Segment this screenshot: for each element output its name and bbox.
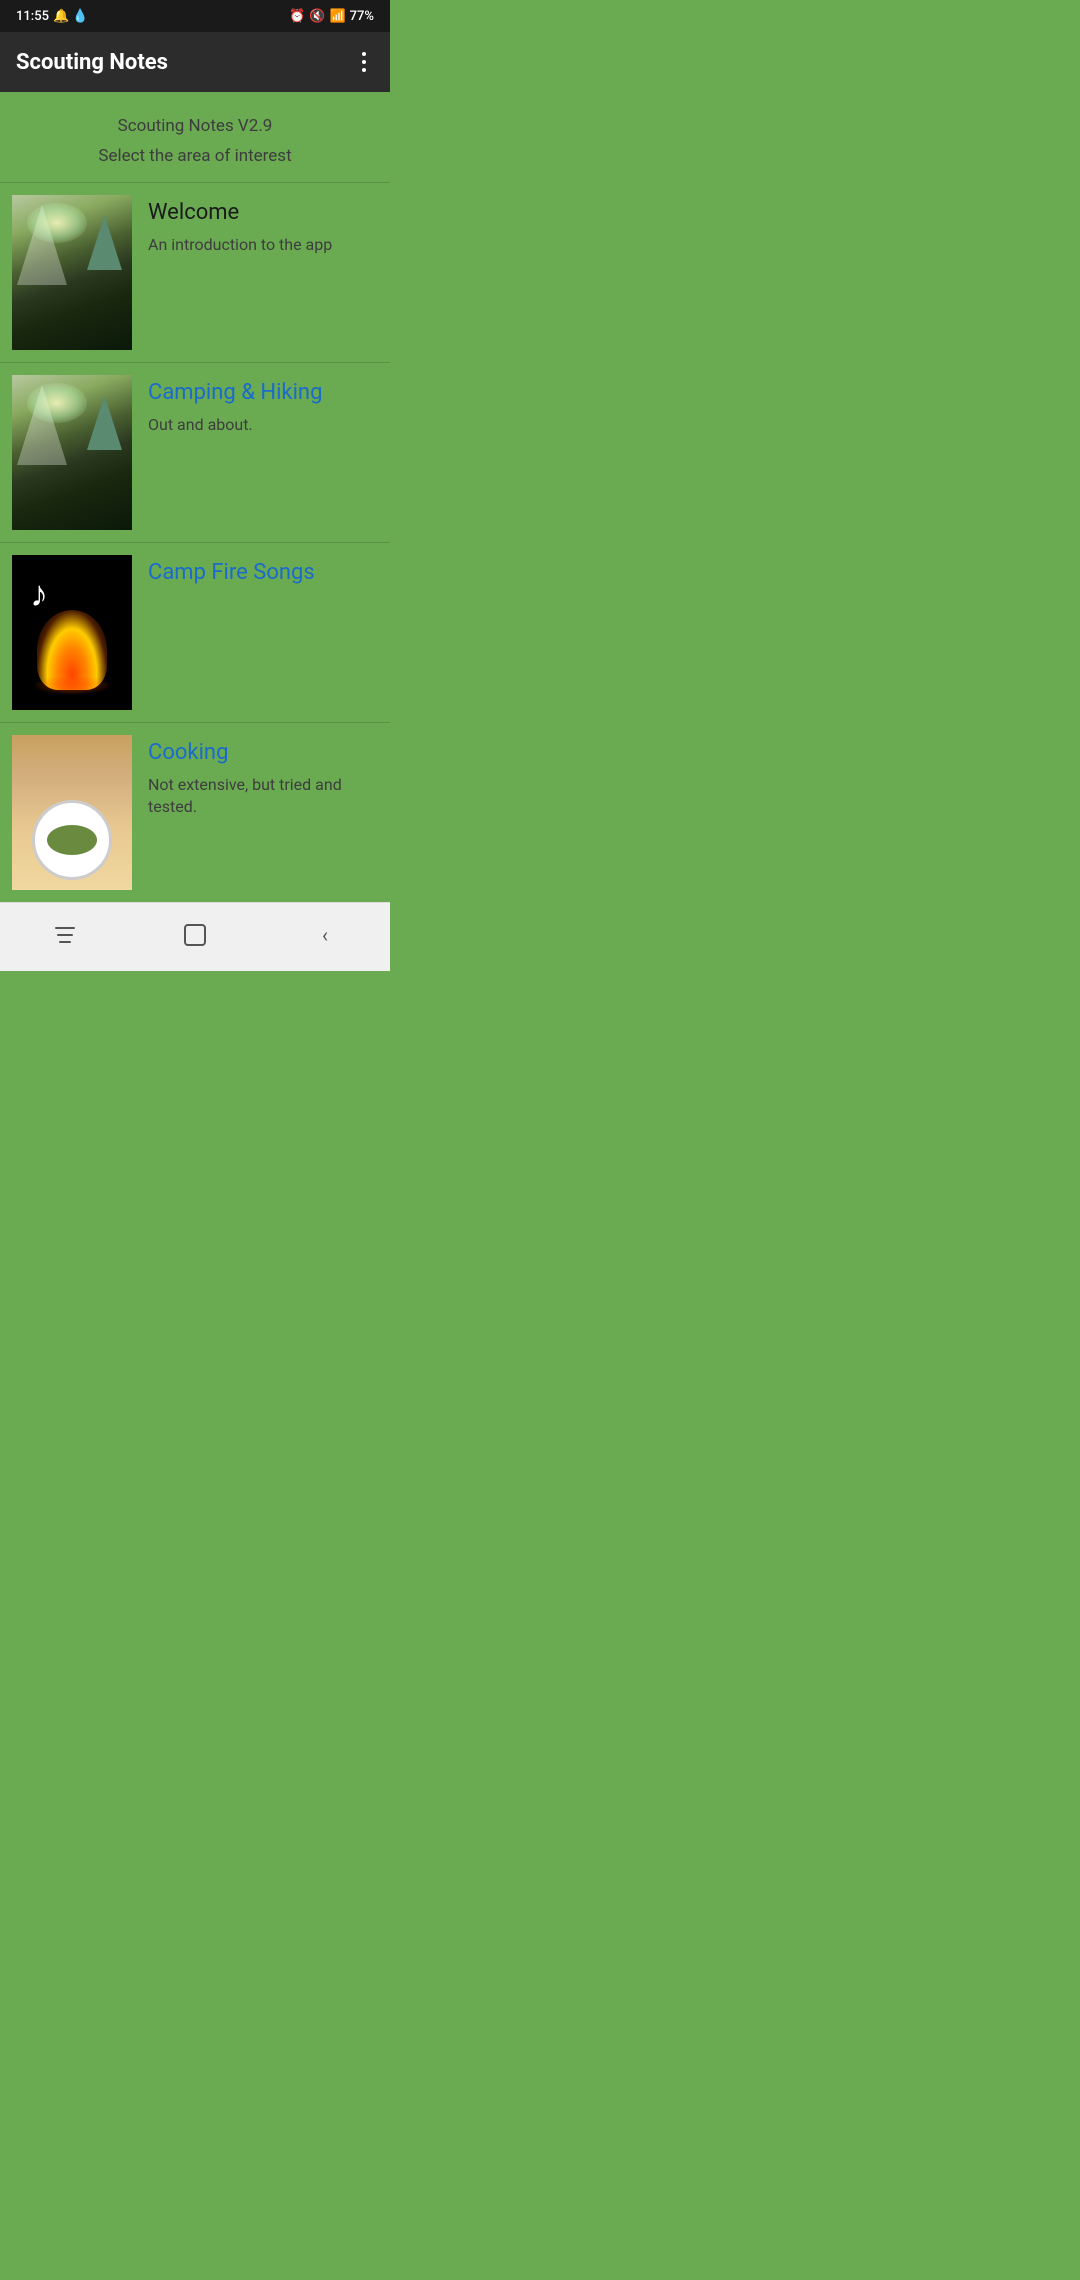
light-glow-2 [27, 383, 87, 423]
camping-scene-2 [12, 375, 132, 530]
home-icon [184, 924, 206, 946]
status-bar: 11:55 🔔 💧 ⏰ 🔇 📶 77% [0, 0, 390, 32]
alarm-icon: ⏰ [289, 9, 305, 24]
recents-button[interactable] [35, 915, 95, 955]
silent-icon: 🔇 [309, 9, 325, 24]
campfire-content: Camp Fire Songs [148, 555, 378, 594]
nav-bar: ‹ [0, 902, 390, 971]
back-button[interactable]: ‹ [295, 915, 355, 955]
camping-title: Camping & Hiking [148, 379, 378, 408]
list-item-camping[interactable]: Camping & Hiking Out and about. [0, 362, 390, 542]
welcome-subtitle: An introduction to the app [148, 234, 378, 256]
music-note-icon: ♪ [30, 573, 48, 615]
welcome-content: Welcome An introduction to the app [148, 195, 378, 256]
wifi-icon: 📶 [329, 9, 345, 24]
campfire-title: Camp Fire Songs [148, 559, 378, 588]
select-subtitle: Select the area of interest [16, 146, 374, 166]
cooking-image [12, 735, 132, 890]
header-section: Scouting Notes V2.9 Select the area of i… [0, 92, 390, 182]
cooking-content: Cooking Not extensive, but tried and tes… [148, 735, 378, 818]
cooking-title: Cooking [148, 739, 378, 768]
more-menu-button[interactable] [354, 44, 374, 80]
home-button[interactable] [165, 915, 225, 955]
list-item-welcome[interactable]: Welcome An introduction to the app [0, 182, 390, 362]
battery-text: 77% [350, 9, 374, 24]
main-content: Scouting Notes V2.9 Select the area of i… [0, 92, 390, 902]
light-glow [27, 203, 87, 243]
list-item-cooking[interactable]: Cooking Not extensive, but tried and tes… [0, 722, 390, 902]
app-bar: Scouting Notes [0, 32, 390, 92]
campfire-scene: ♪ [12, 555, 132, 710]
time: 11:55 [16, 9, 49, 24]
camping-scene-1 [12, 195, 132, 350]
app-title: Scouting Notes [16, 50, 168, 75]
camping-subtitle: Out and about. [148, 414, 378, 436]
list-item-campfire[interactable]: ♪ Camp Fire Songs [0, 542, 390, 722]
plate-visual [32, 800, 112, 880]
cooking-subtitle: Not extensive, but tried and tested. [148, 774, 378, 819]
cooking-scene [12, 735, 132, 890]
campfire-image: ♪ [12, 555, 132, 710]
fire-base [32, 675, 112, 695]
welcome-image [12, 195, 132, 350]
camping-content: Camping & Hiking Out and about. [148, 375, 378, 436]
notification-icons: 🔔 💧 [53, 9, 89, 24]
app-version: Scouting Notes V2.9 [16, 116, 374, 136]
status-right: ⏰ 🔇 📶 77% [289, 9, 374, 24]
camping-image [12, 375, 132, 530]
status-left: 11:55 🔔 💧 [16, 9, 89, 24]
welcome-title: Welcome [148, 199, 378, 228]
back-icon: ‹ [322, 923, 328, 947]
recents-icon [55, 927, 75, 943]
